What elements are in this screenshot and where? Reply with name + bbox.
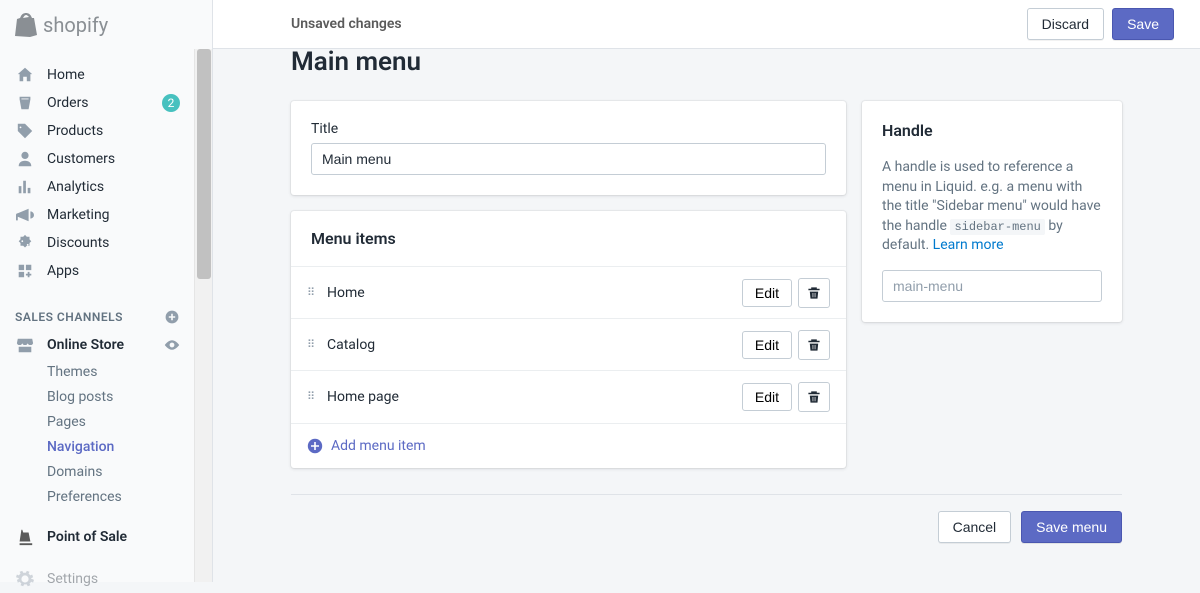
sub-preferences[interactable]: Preferences (47, 484, 195, 509)
nav-settings[interactable]: Settings (0, 565, 195, 593)
menu-item-label: Home (327, 285, 742, 301)
delete-button[interactable] (798, 382, 830, 412)
menu-item-row: ⠿ Home Edit (291, 267, 846, 319)
trash-icon (807, 338, 821, 352)
menu-item-label: Home page (327, 389, 742, 405)
pos-icon (15, 527, 35, 547)
menu-items-card: Menu items ⠿ Home Edit ⠿ Catalog Edit (291, 211, 846, 468)
discard-button[interactable]: Discard (1027, 8, 1104, 40)
discount-icon (15, 233, 35, 253)
sub-label: Blog posts (47, 389, 113, 405)
heading-label: SALES CHANNELS (15, 310, 164, 324)
nav-products[interactable]: Products (0, 117, 195, 145)
learn-more-link[interactable]: Learn more (933, 237, 1004, 253)
nav-discounts[interactable]: Discounts (0, 229, 195, 257)
nav: Home Orders 2 Products Customers Analyti… (0, 49, 195, 593)
sub-label: Preferences (47, 489, 122, 505)
nav-label: Apps (47, 263, 180, 279)
drag-handle-icon[interactable]: ⠿ (307, 395, 317, 399)
nav-analytics[interactable]: Analytics (0, 173, 195, 201)
store-icon (15, 335, 35, 355)
trash-icon (807, 286, 821, 300)
menu-item-row: ⠿ Catalog Edit (291, 319, 846, 371)
save-menu-button[interactable]: Save menu (1021, 511, 1122, 543)
nav-label: Home (47, 67, 180, 83)
save-button[interactable]: Save (1112, 8, 1174, 40)
unsaved-status: Unsaved changes (291, 16, 1027, 32)
drag-handle-icon[interactable]: ⠿ (307, 343, 317, 347)
title-label: Title (311, 121, 826, 137)
main: Main menu Title Menu items ⠿ Home Edit (213, 49, 1200, 582)
footer-actions: Cancel Save menu (291, 494, 1122, 559)
nav-online-store[interactable]: Online Store (0, 331, 195, 359)
sub-label: Navigation (47, 439, 114, 455)
nav-customers[interactable]: Customers (0, 145, 195, 173)
sub-label: Themes (47, 364, 97, 380)
nav-apps[interactable]: Apps (0, 257, 195, 285)
nav-label: Customers (47, 151, 180, 167)
add-channel-icon[interactable] (164, 309, 180, 325)
home-icon (15, 65, 35, 85)
megaphone-icon (15, 205, 35, 225)
view-store-icon[interactable] (164, 337, 180, 353)
sidebar: shopify Home Orders 2 Products Customers… (0, 0, 213, 582)
shopify-bag-icon (15, 13, 37, 37)
online-store-submenu: Themes Blog posts Pages Navigation Domai… (0, 359, 195, 509)
sub-domains[interactable]: Domains (47, 459, 195, 484)
trash-icon (807, 390, 821, 404)
page-title: Main menu (291, 49, 1122, 77)
handle-input[interactable] (882, 270, 1102, 302)
orders-badge: 2 (162, 94, 180, 112)
nav-label: Analytics (47, 179, 180, 195)
title-card: Title (291, 101, 846, 195)
person-icon (15, 149, 35, 169)
sub-pages[interactable]: Pages (47, 409, 195, 434)
menu-item-label: Catalog (327, 337, 742, 353)
logo-text: shopify (43, 13, 108, 37)
menu-items-header: Menu items (291, 211, 846, 267)
drag-handle-icon[interactable]: ⠿ (307, 291, 317, 295)
handle-title: Handle (882, 121, 1102, 140)
topbar: Unsaved changes Discard Save (213, 0, 1200, 49)
nav-point-of-sale[interactable]: Point of Sale (0, 523, 195, 551)
edit-button[interactable]: Edit (742, 331, 792, 359)
scrollbar-track[interactable] (194, 49, 212, 582)
title-input[interactable] (311, 143, 826, 175)
sub-blog-posts[interactable]: Blog posts (47, 384, 195, 409)
gear-icon (15, 569, 35, 589)
nav-label: Settings (47, 571, 180, 587)
nav-home[interactable]: Home (0, 61, 195, 89)
nav-label: Point of Sale (47, 529, 180, 545)
menu-item-row: ⠿ Home page Edit (291, 371, 846, 423)
edit-button[interactable]: Edit (742, 279, 792, 307)
apps-icon (15, 261, 35, 281)
nav-marketing[interactable]: Marketing (0, 201, 195, 229)
sub-label: Domains (47, 464, 102, 480)
nav-label: Online Store (47, 337, 164, 353)
sub-themes[interactable]: Themes (47, 359, 195, 384)
nav-label: Discounts (47, 235, 180, 251)
plus-circle-icon (307, 438, 323, 454)
delete-button[interactable] (798, 278, 830, 308)
handle-card: Handle A handle is used to reference a m… (862, 101, 1122, 322)
delete-button[interactable] (798, 330, 830, 360)
chart-icon (15, 177, 35, 197)
nav-orders[interactable]: Orders 2 (0, 89, 195, 117)
handle-description: A handle is used to reference a menu in … (882, 158, 1102, 256)
orders-icon (15, 93, 35, 113)
cancel-button[interactable]: Cancel (938, 511, 1012, 543)
edit-button[interactable]: Edit (742, 383, 792, 411)
nav-label: Orders (47, 95, 162, 111)
nav-label: Products (47, 123, 180, 139)
add-menu-item[interactable]: Add menu item (291, 423, 846, 468)
logo[interactable]: shopify (0, 0, 212, 49)
sales-channels-heading: SALES CHANNELS (0, 303, 195, 331)
nav-label: Marketing (47, 207, 180, 223)
tag-icon (15, 121, 35, 141)
sub-label: Pages (47, 414, 86, 430)
sub-navigation[interactable]: Navigation (47, 434, 195, 459)
add-menu-item-label: Add menu item (331, 438, 426, 454)
handle-code: sidebar-menu (950, 219, 1044, 235)
scrollbar-thumb[interactable] (197, 49, 211, 279)
